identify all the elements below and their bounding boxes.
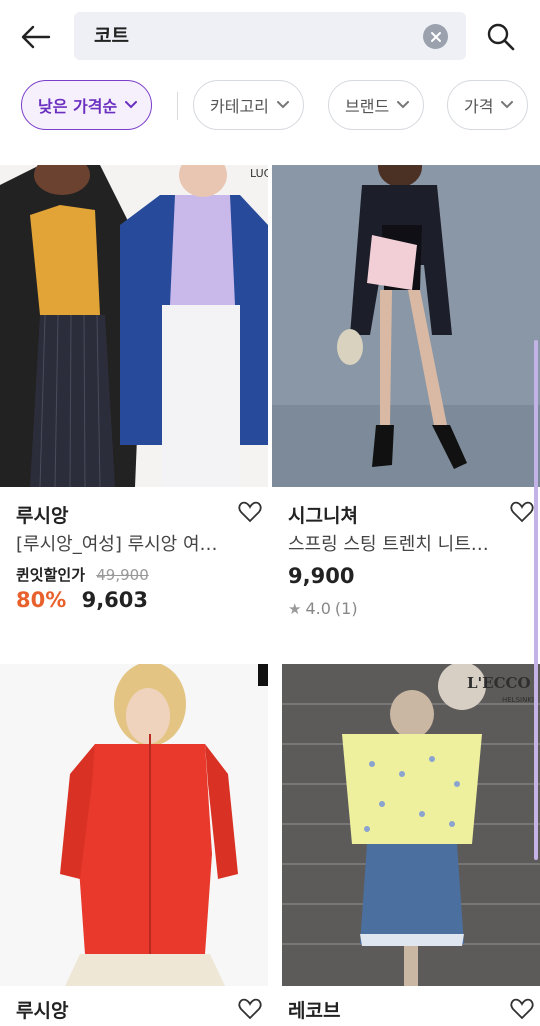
rating-row: ★ 4.0 (1) [288,599,358,618]
review-count: (1) [334,599,358,618]
product-image[interactable]: L'ECCO HELSINKI [272,664,540,986]
price-row: 9,900 [288,564,354,588]
category-filter-label: 카테고리 [210,97,269,116]
chevron-down-icon [276,101,289,109]
product-title: 스프링 스팅 트렌치 니트… [288,534,489,555]
close-icon [430,31,441,42]
back-arrow-icon [21,25,51,49]
image-sign-text: L'ECCO [467,674,531,692]
wishlist-heart-icon[interactable] [510,501,534,523]
search-icon [487,23,515,51]
search-input[interactable] [94,12,414,60]
rating-value: 4.0 [305,599,331,618]
wishlist-heart-icon[interactable] [238,501,262,523]
clear-search-button[interactable] [423,24,448,49]
product-brand: 루시앙 [16,1000,69,1022]
search-button[interactable] [482,18,520,56]
chevron-down-icon [397,101,410,109]
sale-price: 9,603 [81,588,149,612]
back-button[interactable] [18,20,54,54]
filter-bar: 낮은 가격순 카테고리 브랜드 가격 [0,80,540,132]
chevron-down-icon [501,101,514,109]
brand-filter-label: 브랜드 [345,97,390,116]
wishlist-heart-icon[interactable] [510,998,534,1020]
sale-price: 9,900 [288,564,355,588]
product-image[interactable] [0,664,268,986]
search-box[interactable] [74,12,466,60]
scrollbar[interactable] [534,340,538,860]
product-brand: 루시앙 [16,505,69,527]
product-card[interactable]: 루시앙 [0,664,268,1022]
product-title: [루시앙_여성] 루시앙 여… [16,534,218,555]
image-sign-subtext: HELSINKI [502,696,534,704]
price-filter-label: 가격 [464,97,494,116]
category-filter-chip[interactable]: 카테고리 [193,80,304,130]
sort-filter-chip[interactable]: 낮은 가격순 [21,80,153,130]
product-image[interactable] [272,165,540,487]
original-price: 49,900 [96,566,149,584]
product-card[interactable]: 시그니쳐 스프링 스팅 트렌치 니트… 9,900 ★ 4.0 (1) [272,165,540,618]
deal-label: 퀸잇할인가 [16,566,86,584]
product-brand: 시그니쳐 [288,505,358,527]
deal-price-row: 퀸잇할인가 49,900 [16,564,149,585]
chevron-down-icon [125,101,138,109]
image-corner-text: LUC [250,167,268,180]
filter-divider [177,92,178,120]
price-row: 80% 9,603 [16,588,148,612]
product-card[interactable]: L'ECCO HELSINKI 레코브 [272,664,540,1022]
product-brand: 레코브 [288,1000,341,1022]
discount-rate: 80% [16,588,67,612]
brand-filter-chip[interactable]: 브랜드 [328,80,425,130]
wishlist-heart-icon[interactable] [238,998,262,1020]
star-icon: ★ [288,599,302,618]
product-card[interactable]: LUC 루시앙 [루시앙_여성] 루시앙 여… 퀸잇할인가 49,900 80%… [0,165,268,612]
price-filter-chip[interactable]: 가격 [447,80,529,130]
sort-filter-label: 낮은 가격순 [38,97,118,116]
product-image[interactable]: LUC [0,165,268,487]
search-header [0,0,540,72]
